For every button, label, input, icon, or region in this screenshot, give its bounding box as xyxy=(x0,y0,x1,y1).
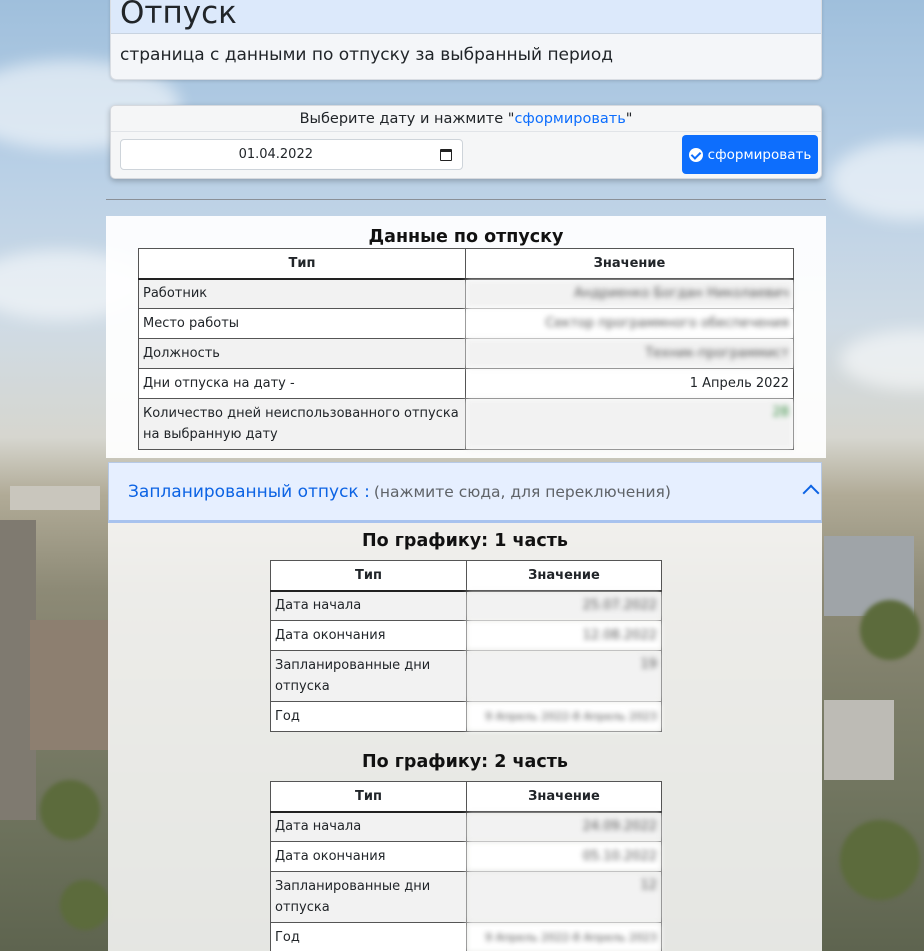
vacation-data-section: Данные по отпуску Тип Значение Работник … xyxy=(106,216,826,458)
schedule-table: Тип Значение Дата начала 24.09.2022 Дата… xyxy=(270,781,662,951)
page-title-band: Отпуск xyxy=(111,0,821,34)
row-value: Андриенко Богдан Николаевич xyxy=(465,278,794,309)
table-row: Запланированные дни отпуска 12 xyxy=(270,871,662,923)
column-header: Тип xyxy=(270,781,467,813)
table-row: Дата окончания 12.08.2022 xyxy=(270,620,662,651)
row-type: Дата начала xyxy=(270,590,467,621)
calendar-icon[interactable] xyxy=(440,148,452,161)
date-input-value: 01.04.2022 xyxy=(238,147,313,162)
date-input[interactable]: 01.04.2022 xyxy=(120,139,463,170)
row-type: Дни отпуска на дату - xyxy=(138,368,466,399)
row-value: 19 xyxy=(466,650,662,702)
row-type: Год xyxy=(270,701,467,732)
table-row: Должность Техник-программист xyxy=(138,338,794,369)
submit-button[interactable]: сформировать xyxy=(682,135,818,174)
submit-button-label: сформировать xyxy=(707,146,812,163)
row-value: 1 Апрель 2022 xyxy=(465,368,794,399)
date-form: Выберите дату и нажмите "сформировать" 0… xyxy=(110,105,822,179)
accordion-title: Запланированный отпуск : xyxy=(128,481,370,502)
row-type: Год xyxy=(270,922,467,951)
row-type: Дата окончания xyxy=(270,620,467,651)
table-row: Место работы Сектор программного обеспеч… xyxy=(138,308,794,339)
row-type: Запланированные дни отпуска xyxy=(270,871,467,923)
table-row: Дни отпуска на дату - 1 Апрель 2022 xyxy=(138,368,794,399)
page-title: Отпуск xyxy=(120,0,237,31)
row-value: 12.08.2022 xyxy=(466,620,662,651)
row-type: Дата окончания xyxy=(270,841,467,872)
planned-vacation-accordion[interactable]: Запланированный отпуск : (нажмите сюда, … xyxy=(108,462,822,523)
table-row: Количество дней неиспользованного отпуск… xyxy=(138,398,794,450)
row-value: Сектор программного обеспечения xyxy=(465,308,794,339)
row-value: 28 xyxy=(465,398,794,450)
chevron-up-icon[interactable] xyxy=(802,484,820,502)
row-type: Дата начала xyxy=(270,811,467,842)
table-row: Дата окончания 05.10.2022 xyxy=(270,841,662,872)
row-value: Техник-программист xyxy=(465,338,794,369)
row-value: 12 xyxy=(466,871,662,923)
check-circle-icon xyxy=(688,147,703,162)
row-value: 9 Апрель 2022-8 Апрель 2023 xyxy=(466,701,662,732)
table-row: Год 9 Апрель 2022-8 Апрель 2023 xyxy=(270,922,662,951)
column-header: Тип xyxy=(138,248,466,280)
column-header: Значение xyxy=(465,248,794,280)
vacation-data-table: Тип Значение Работник Андриенко Богдан Н… xyxy=(138,248,794,450)
row-type: Количество дней неиспользованного отпуск… xyxy=(138,398,466,450)
hint-prefix: Выберите дату и нажмите " xyxy=(299,111,515,127)
row-value: 24.09.2022 xyxy=(466,811,662,842)
page-header: Отпуск страница с данными по отпуску за … xyxy=(110,0,822,80)
row-value: 05.10.2022 xyxy=(466,841,662,872)
planned-vacation-body: По графику: 1 часть Тип Значение Дата на… xyxy=(108,523,822,951)
form-hint: Выберите дату и нажмите "сформировать" xyxy=(111,106,821,132)
row-type: Место работы xyxy=(138,308,466,339)
page-subtitle: страница с данными по отпуску за выбранн… xyxy=(120,45,614,65)
table-row: Год 9 Апрель 2022-8 Апрель 2023 xyxy=(270,701,662,732)
table-row: Работник Андриенко Богдан Николаевич xyxy=(138,278,794,309)
table-row: Запланированные дни отпуска 19 xyxy=(270,650,662,702)
schedule-title: По графику: 1 часть xyxy=(362,531,568,551)
divider xyxy=(106,199,826,200)
hint-link[interactable]: сформировать xyxy=(514,111,625,127)
table-row: Дата начала 25.07.2022 xyxy=(270,590,662,621)
column-header: Значение xyxy=(466,560,662,592)
row-type: Запланированные дни отпуска xyxy=(270,650,467,702)
schedule-title: По графику: 2 часть xyxy=(362,752,568,772)
row-type: Должность xyxy=(138,338,466,369)
table-row: Дата начала 24.09.2022 xyxy=(270,811,662,842)
column-header: Тип xyxy=(270,560,467,592)
column-header: Значение xyxy=(466,781,662,813)
section-title: Данные по отпуску xyxy=(368,227,564,247)
row-type: Работник xyxy=(138,278,466,309)
schedule-table: Тип Значение Дата начала 25.07.2022 Дата… xyxy=(270,560,662,732)
row-value: 25.07.2022 xyxy=(466,590,662,621)
row-value: 9 Апрель 2022-8 Апрель 2023 xyxy=(466,922,662,951)
hint-suffix: " xyxy=(625,111,633,127)
accordion-note: (нажмите сюда, для переключения) xyxy=(373,482,671,501)
